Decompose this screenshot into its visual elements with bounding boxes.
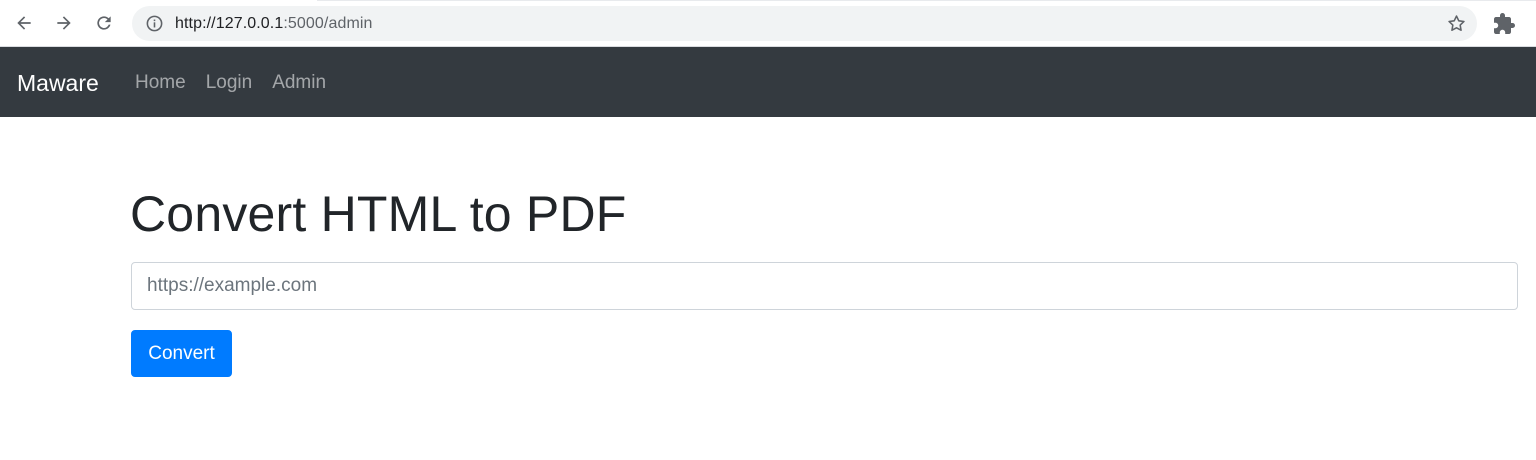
url-path: :5000/admin xyxy=(283,15,373,32)
address-bar[interactable]: http://127.0.0.1:5000/admin xyxy=(132,6,1477,41)
navbar-brand[interactable]: Maware xyxy=(17,47,99,117)
nav-link-home[interactable]: Home xyxy=(135,47,186,117)
forward-button[interactable] xyxy=(48,7,80,39)
convert-button[interactable]: Convert xyxy=(131,330,232,377)
url-text[interactable]: http://127.0.0.1:5000/admin xyxy=(175,6,373,41)
arrow-right-icon xyxy=(57,16,71,30)
reload-icon xyxy=(97,16,111,30)
nav-links: Home Login Admin xyxy=(135,47,346,117)
nav-link-login[interactable]: Login xyxy=(206,47,253,117)
nav-link-admin[interactable]: Admin xyxy=(272,47,326,117)
puzzle-icon[interactable] xyxy=(1492,12,1516,36)
reload-button[interactable] xyxy=(88,7,120,39)
url-input[interactable] xyxy=(131,262,1518,310)
browser-toolbar: http://127.0.0.1:5000/admin xyxy=(0,0,1536,47)
page-title: Convert HTML to PDF xyxy=(130,186,627,242)
site-navbar: Maware Home Login Admin xyxy=(0,47,1536,117)
star-icon[interactable] xyxy=(1446,13,1467,34)
arrow-left-icon xyxy=(17,16,31,30)
tab-strip-edge xyxy=(317,0,1536,3)
url-host: http://127.0.0.1 xyxy=(175,15,284,32)
back-button[interactable] xyxy=(8,7,40,39)
info-icon[interactable] xyxy=(145,14,164,33)
